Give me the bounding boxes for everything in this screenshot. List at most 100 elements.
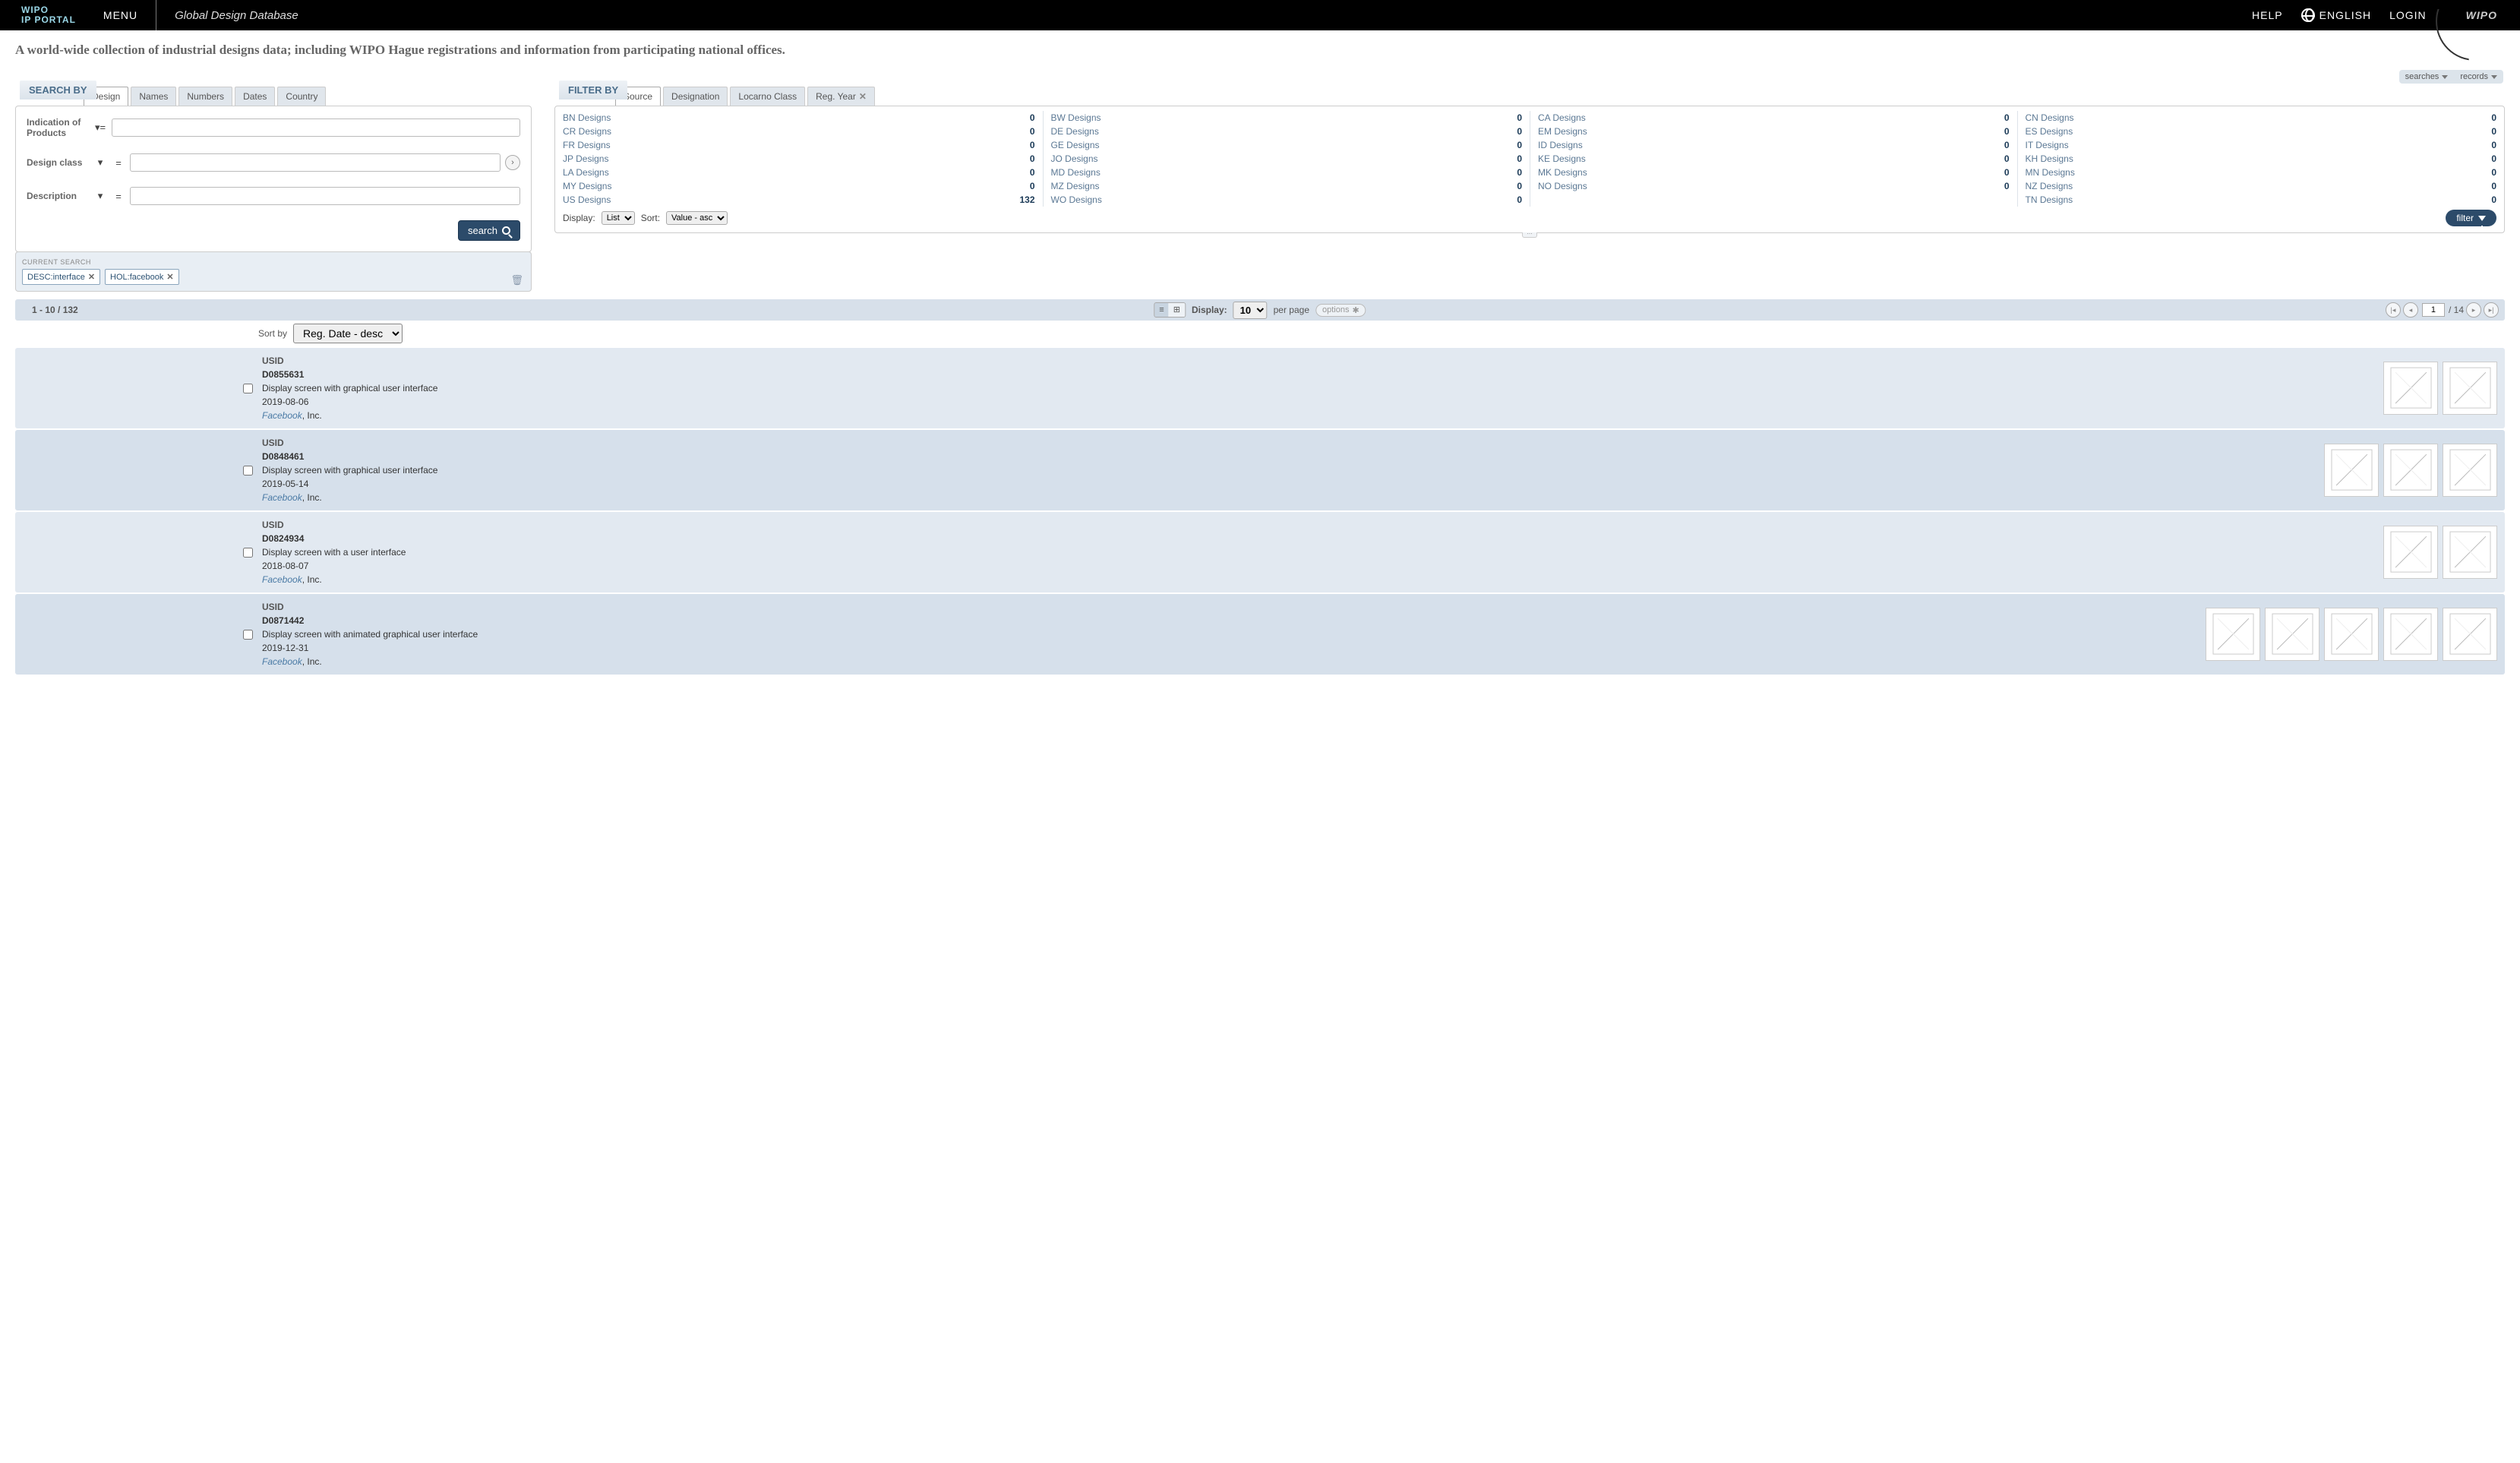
result-row[interactable]: USIDD0848461Display screen with graphica…	[15, 430, 2505, 510]
search-chip[interactable]: HOL:facebook✕	[105, 269, 179, 285]
search-tab-names[interactable]: Names	[131, 87, 176, 106]
menu-button[interactable]: MENU	[103, 9, 137, 21]
filter-display-select[interactable]: List	[602, 211, 635, 225]
result-checkbox[interactable]	[243, 384, 253, 393]
result-row[interactable]: USIDD0855631Display screen with graphica…	[15, 348, 2505, 428]
grid-view-icon[interactable]: ⊞	[1169, 303, 1185, 317]
filter-source-cell[interactable]: TN Designs0	[2017, 193, 2505, 207]
search-tab-dates[interactable]: Dates	[235, 87, 275, 106]
options-button[interactable]: options✱	[1315, 304, 1366, 317]
page-input[interactable]	[2422, 303, 2445, 317]
help-link[interactable]: HELP	[2252, 9, 2283, 21]
prev-page-button[interactable]: ◂	[2403, 302, 2418, 318]
filter-source-cell[interactable]: CA Designs0	[1530, 111, 2017, 125]
filter-source-cell[interactable]: FR Designs0	[555, 138, 1043, 152]
source-name: CR Designs	[563, 126, 611, 137]
result-row[interactable]: USIDD0824934Display screen with a user i…	[15, 512, 2505, 592]
view-toggle[interactable]: ≡ ⊞	[1154, 302, 1186, 318]
per-page-select[interactable]: 10	[1233, 302, 1268, 319]
op-indicator[interactable]: ▾	[93, 156, 107, 169]
filter-source-cell[interactable]: NZ Designs0	[2017, 179, 2505, 193]
thumbnail[interactable]	[2383, 608, 2438, 661]
filter-source-cell[interactable]: LA Designs0	[555, 166, 1043, 179]
filter-source-cell[interactable]: ES Designs0	[2017, 125, 2505, 138]
thumbnail[interactable]	[2383, 526, 2438, 579]
login-link[interactable]: LOGIN	[2389, 9, 2427, 21]
description-input[interactable]	[130, 187, 520, 205]
filter-button[interactable]: filter	[2446, 210, 2496, 226]
thumbnail[interactable]	[2324, 608, 2379, 661]
thumbnail[interactable]	[2443, 608, 2497, 661]
filter-source-cell[interactable]: US Designs132	[555, 193, 1043, 207]
filter-source-cell[interactable]: ID Designs0	[1530, 138, 2017, 152]
result-checkbox[interactable]	[243, 630, 253, 640]
next-page-button[interactable]: ▸	[2466, 302, 2481, 318]
source-name: MK Designs	[1538, 167, 1587, 178]
searches-label: searches	[2405, 72, 2439, 81]
search-tab-numbers[interactable]: Numbers	[178, 87, 232, 106]
result-row[interactable]: USIDD0871442Display screen with animated…	[15, 594, 2505, 675]
filter-source-cell[interactable]: BW Designs0	[1043, 111, 1530, 125]
filter-source-cell[interactable]: IT Designs0	[2017, 138, 2505, 152]
source-name: IT Designs	[2026, 140, 2069, 150]
close-icon[interactable]: ✕	[166, 272, 173, 282]
clear-search-button[interactable]: 🗑	[510, 274, 523, 286]
ip-portal-logo[interactable]: WIPO IP PORTAL	[21, 5, 76, 25]
thumbnail[interactable]	[2265, 608, 2319, 661]
filter-sort-select[interactable]: Value - asc	[666, 211, 728, 225]
filter-tab-locarno-class[interactable]: Locarno Class	[730, 87, 805, 106]
filter-source-cell[interactable]: MD Designs0	[1043, 166, 1530, 179]
search-button[interactable]: search	[458, 220, 520, 241]
thumbnail[interactable]	[2443, 362, 2497, 415]
thumbnail[interactable]	[2443, 444, 2497, 497]
searches-dropdown[interactable]: searches	[2399, 70, 2455, 84]
source-count: 0	[2491, 194, 2496, 205]
indication-input[interactable]	[112, 118, 520, 137]
thumbnail[interactable]	[2383, 444, 2438, 497]
filter-source-cell[interactable]: CR Designs0	[555, 125, 1043, 138]
language-switcher[interactable]: ENGLISH	[2301, 8, 2371, 22]
first-page-button[interactable]: |◂	[2386, 302, 2401, 318]
op-indicator[interactable]: ▾	[93, 190, 107, 202]
filter-source-cell[interactable]: MN Designs0	[2017, 166, 2505, 179]
result-checkbox[interactable]	[243, 466, 253, 476]
thumbnail[interactable]	[2206, 608, 2260, 661]
thumbnail[interactable]	[2443, 526, 2497, 579]
source-count: 0	[2004, 167, 2010, 178]
filter-source-cell[interactable]: MK Designs 0	[1530, 166, 2017, 179]
result-meta: USIDD0848461Display screen with graphica…	[262, 436, 535, 504]
filter-source-cell[interactable]: JP Designs0	[555, 152, 1043, 166]
search-chip[interactable]: DESC:interface✕	[22, 269, 100, 285]
filter-body: BN Designs0BW Designs0CA Designs0CN Desi…	[554, 106, 2505, 233]
filter-source-cell[interactable]: MY Designs0	[555, 179, 1043, 193]
panel-collapse-handle[interactable]: ⋯	[554, 232, 2505, 238]
close-icon[interactable]: ✕	[859, 91, 867, 102]
op-indicator[interactable]: ▾=	[93, 122, 107, 134]
class-browse-button[interactable]: ›	[505, 155, 520, 170]
sort-select[interactable]: Reg. Date - desc	[293, 324, 403, 343]
thumbnail[interactable]	[2383, 362, 2438, 415]
filter-source-cell[interactable]: MZ Designs0	[1043, 179, 1530, 193]
records-dropdown[interactable]: records	[2454, 70, 2503, 84]
filter-source-cell[interactable]: KH Designs0	[2017, 152, 2505, 166]
filter-source-cell[interactable]: JO Designs0	[1043, 152, 1530, 166]
last-page-button[interactable]: ▸|	[2484, 302, 2499, 318]
filter-source-cell[interactable]: NO Designs0	[1530, 179, 2017, 193]
filter-tab-designation[interactable]: Designation	[663, 87, 728, 106]
filter-source-cell[interactable]: DE Designs0	[1043, 125, 1530, 138]
list-view-icon[interactable]: ≡	[1154, 303, 1168, 317]
filter-tab-reg--year[interactable]: Reg. Year✕	[807, 87, 875, 106]
class-input[interactable]	[130, 153, 501, 172]
filter-source-cell[interactable]: BN Designs0	[555, 111, 1043, 125]
close-icon[interactable]: ✕	[88, 272, 95, 282]
op-equals: =	[112, 157, 125, 169]
filter-source-cell[interactable]: WO Designs0	[1043, 193, 1530, 207]
thumbnail[interactable]	[2324, 444, 2379, 497]
filter-source-cell[interactable]: KE Designs0	[1530, 152, 2017, 166]
filter-source-cell[interactable]: EM Designs0	[1530, 125, 2017, 138]
filter-source-cell[interactable]: CN Designs0	[2017, 111, 2505, 125]
search-tab-country[interactable]: Country	[277, 87, 326, 106]
filter-source-cell[interactable]: GE Designs0	[1043, 138, 1530, 152]
util-pill: searches records	[2399, 70, 2503, 84]
result-checkbox[interactable]	[243, 548, 253, 558]
